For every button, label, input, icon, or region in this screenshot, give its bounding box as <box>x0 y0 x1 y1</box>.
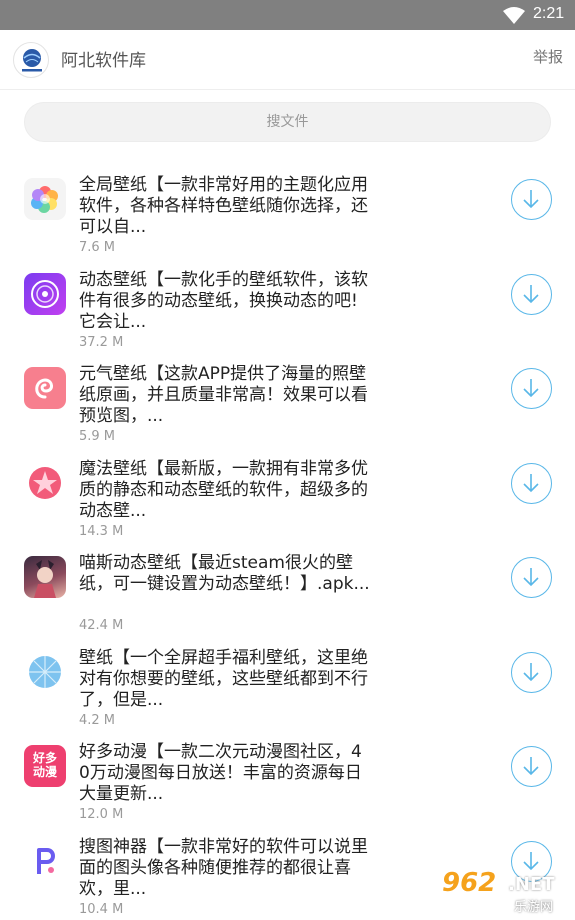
p-letter-icon <box>24 839 66 882</box>
list-item[interactable]: 魔法壁纸【最新版，一款拥有非常多优质的静态和动态壁纸的软件，超级多的动态壁...… <box>0 449 575 544</box>
item-title: 搜图神器【一款非常好的软件可以说里面的图头像各种随便推荐的都很让喜欢，里... <box>79 836 368 899</box>
report-button[interactable]: 举报 <box>533 46 563 67</box>
download-arrow-icon <box>523 190 539 209</box>
download-arrow-icon <box>523 662 539 681</box>
download-arrow-icon <box>523 473 539 492</box>
item-size: 37.2 M <box>79 334 124 350</box>
magic-star-icon <box>24 461 66 504</box>
item-title: 壁纸【一个全屏超手福利壁纸，这里绝对有你想要的壁纸，这些壁纸都到不行了，但是..… <box>79 647 368 710</box>
status-time: 2:21 <box>533 5 565 22</box>
item-title: 魔法壁纸【最新版，一款拥有非常多优质的静态和动态壁纸的软件，超级多的动态壁... <box>79 458 368 521</box>
status-bar: 2:21 <box>0 0 575 30</box>
list-item[interactable]: 全局壁纸【一款非常好用的主题化应用软件，各种各样特色壁纸随你选择，还可以自...… <box>0 165 575 260</box>
list-item[interactable]: 喵斯动态壁纸【最近steam很火的壁纸，可一键设置为动态壁纸！】.apk... … <box>0 543 575 638</box>
item-title: 动态壁纸【一款化手的壁纸软件，该软件有很多的动态壁纸，换换动态的吧!它会让... <box>79 269 368 332</box>
download-button[interactable] <box>511 651 552 693</box>
flower-icon <box>24 178 66 220</box>
umbrella-icon <box>24 650 66 693</box>
watermark-label: 乐游网 <box>514 900 554 915</box>
item-size: 4.2 M <box>79 712 116 728</box>
list-item[interactable]: 动态壁纸【一款化手的壁纸软件，该软件有很多的动态壁纸，换换动态的吧!它会让...… <box>0 260 575 355</box>
app-bar: 阿北软件库 举报 <box>0 30 575 90</box>
download-button[interactable] <box>511 273 552 315</box>
item-size: 12.0 M <box>79 807 124 822</box>
list-item[interactable]: 元气壁纸【这款APP提供了海量的照壁纸原画，并且质量非常高！效果可以看预览图，.… <box>0 354 575 449</box>
watermark-number: 962 <box>442 868 497 898</box>
anime-character-icon <box>24 556 66 598</box>
list-item[interactable]: 好多 动漫 好多动漫【一款二次元动漫图社区，40万动漫图每日放送！丰富的资源每日… <box>0 732 575 827</box>
wifi-icon <box>503 7 525 24</box>
site-watermark: 962 .NET 乐游网 <box>436 866 570 916</box>
app-title: 阿北软件库 <box>61 51 146 71</box>
file-list: 全局壁纸【一款非常好用的主题化应用软件，各种各样特色壁纸随你选择，还可以自...… <box>0 165 575 920</box>
watermark-suffix: .NET <box>508 874 555 895</box>
download-arrow-icon <box>523 379 539 398</box>
swirl-icon <box>24 367 66 409</box>
download-button[interactable] <box>511 746 552 787</box>
haoduo-dongman-icon: 好多 动漫 <box>24 745 66 787</box>
download-arrow-icon <box>523 284 539 303</box>
download-arrow-icon <box>523 568 539 587</box>
icon-text-line: 好多 <box>32 751 57 765</box>
download-button[interactable] <box>511 179 552 220</box>
item-title: 好多动漫【一款二次元动漫图社区，40万动漫图每日放送！丰富的资源每日大量更新..… <box>79 742 362 804</box>
download-button[interactable] <box>511 462 552 504</box>
item-title: 元气壁纸【这款APP提供了海量的照壁纸原画，并且质量非常高！效果可以看预览图，.… <box>79 364 368 426</box>
app-logo-icon[interactable] <box>13 42 49 78</box>
download-button[interactable] <box>511 557 552 598</box>
icon-text-line: 动漫 <box>32 765 57 779</box>
search-input[interactable]: 搜文件 <box>24 102 551 142</box>
item-size: 7.6 M <box>79 240 116 255</box>
item-size: 5.9 M <box>79 429 116 444</box>
item-title: 全局壁纸【一款非常好用的主题化应用软件，各种各样特色壁纸随你选择，还可以自... <box>79 175 368 237</box>
item-title: 喵斯动态壁纸【最近steam很火的壁纸，可一键设置为动态壁纸！】.apk... <box>79 553 370 594</box>
item-size: 10.4 M <box>79 901 124 917</box>
item-size: 14.3 M <box>79 523 124 539</box>
list-item[interactable]: 壁纸【一个全屏超手福利壁纸，这里绝对有你想要的壁纸，这些壁纸都到不行了，但是..… <box>0 638 575 733</box>
download-arrow-icon <box>523 757 539 776</box>
download-button[interactable] <box>511 368 552 409</box>
disc-icon <box>24 272 66 315</box>
item-size: 42.4 M <box>79 618 124 633</box>
